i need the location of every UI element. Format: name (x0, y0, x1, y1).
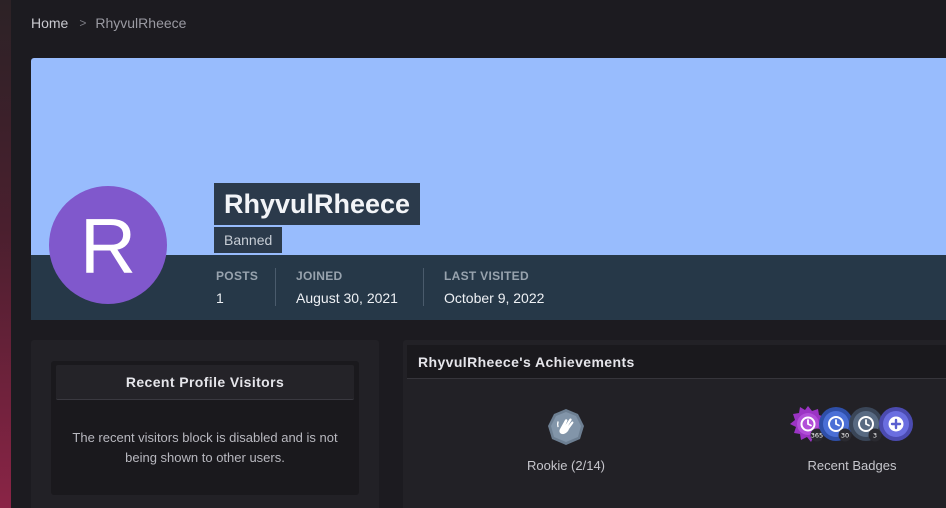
stat-joined-label: JOINED (296, 269, 343, 283)
stat-joined: JOINED August 30, 2021 (296, 269, 398, 306)
achievements-title: RhyvulRheece's Achievements (407, 345, 946, 379)
stat-posts-label: POSTS (216, 269, 259, 283)
breadcrumb-separator: > (79, 16, 87, 30)
avatar[interactable]: R (49, 186, 167, 304)
stat-posts-value[interactable]: 1 (216, 290, 258, 306)
recent-badges-list: 365 30 3 (790, 406, 916, 446)
waving-hand-rank-icon[interactable] (547, 408, 585, 446)
recent-badges-label: Recent Badges (807, 458, 897, 473)
stat-last-visited: LAST VISITED October 9, 2022 (444, 269, 544, 306)
recent-visitors-message: The recent visitors block is disabled an… (72, 430, 338, 465)
stat-last-visited-label: LAST VISITED (444, 269, 529, 283)
stat-divider (275, 268, 276, 306)
stat-joined-value: August 30, 2021 (296, 290, 398, 306)
recent-visitors-title: Recent Profile Visitors (56, 365, 354, 400)
plus-badge-icon[interactable] (878, 406, 914, 442)
stat-last-visited-value: October 9, 2022 (444, 290, 545, 306)
stat-divider (423, 268, 424, 306)
profile-user-title: Banned (214, 227, 283, 253)
breadcrumb: Home > RhyvulRheece (31, 14, 186, 32)
profile-username: RhyvulRheece (214, 183, 421, 225)
rank-label: Rookie (2/14) (526, 458, 606, 473)
stat-posts: POSTS 1 (216, 269, 258, 306)
breadcrumb-current[interactable]: RhyvulRheece (95, 15, 186, 31)
badge-count: 3 (873, 432, 877, 440)
breadcrumb-home-link[interactable]: Home (31, 15, 68, 31)
avatar-letter: R (79, 202, 137, 290)
page-edge-strip (0, 0, 11, 508)
